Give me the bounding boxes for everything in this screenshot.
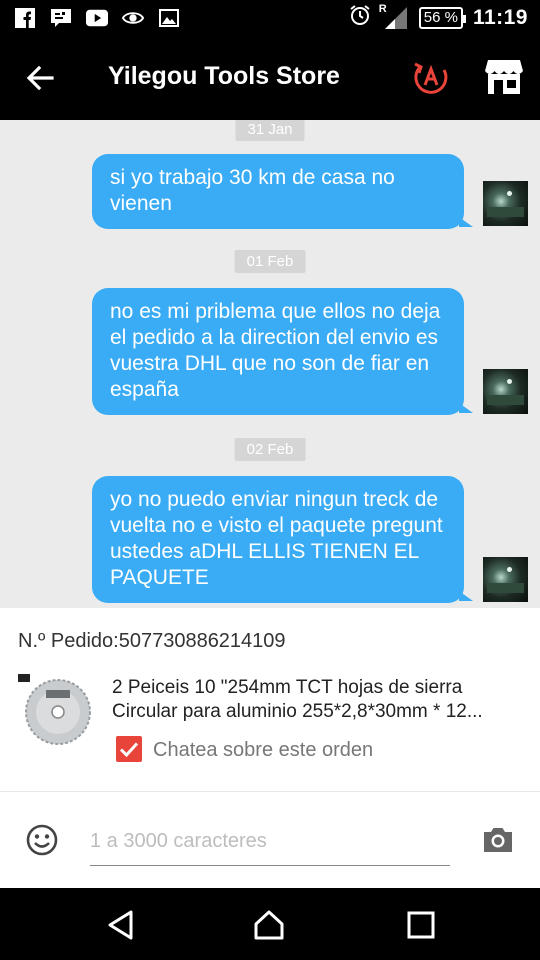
date-separator: 01 Feb	[234, 250, 306, 273]
youtube-icon	[86, 7, 108, 29]
battery-indicator: 56 %	[418, 6, 467, 29]
order-checkbox[interactable]	[116, 736, 142, 762]
date-separator: 31 Jan	[235, 120, 305, 141]
system-nav-bar	[0, 888, 540, 960]
image-icon	[158, 7, 180, 29]
messenger-icon	[50, 7, 72, 29]
smiley-icon[interactable]	[26, 824, 58, 856]
clock: 11:19	[472, 5, 528, 29]
signal-icon: R	[379, 3, 409, 31]
checkmark-icon	[119, 742, 139, 758]
message-input[interactable]: 1 a 3000 caracteres	[90, 828, 450, 866]
message-composer: 1 a 3000 caracteres	[0, 792, 540, 888]
home-icon[interactable]	[252, 908, 286, 942]
chat-area[interactable]: 31 Jan si yo trabajo 30 km de casa no vi…	[0, 120, 540, 608]
back-triangle-icon[interactable]	[104, 908, 138, 942]
facebook-icon	[14, 7, 36, 29]
battery-level: 56 %	[423, 8, 458, 26]
eye-icon	[122, 7, 144, 29]
avatar[interactable]	[483, 369, 528, 414]
app-bar: Yilegou Tools Store	[0, 36, 540, 120]
arrow-left-icon[interactable]	[22, 60, 58, 96]
product-title[interactable]: 2 Peiceis 10 "254mm TCT hojas de sierra …	[112, 676, 528, 724]
product-title-line-1: 2 Peiceis 10 "254mm TCT hojas de sierra	[112, 677, 463, 698]
product-thumbnail[interactable]	[18, 672, 93, 747]
message-bubble[interactable]: no es mi priblema que ellos no deja el p…	[92, 288, 473, 415]
alarm-icon	[349, 4, 371, 31]
order-number: N.º Pedido:507730886214109	[18, 630, 286, 653]
translate-icon[interactable]	[412, 58, 450, 96]
message-bubble[interactable]: yo no puedo enviar ningun treck de vuelt…	[92, 476, 473, 603]
order-number-label: N.º Pedido:	[18, 630, 119, 652]
order-checkbox-label[interactable]: Chatea sobre este orden	[153, 739, 373, 762]
avatar[interactable]	[483, 181, 528, 226]
product-title-line-2: Circular para aluminio 255*2,8*30mm * 12…	[112, 701, 483, 722]
camera-icon[interactable]	[482, 826, 514, 854]
message-bubble[interactable]: si yo trabajo 30 km de casa no vienen	[92, 154, 473, 229]
page-title: Yilegou Tools Store	[108, 62, 340, 90]
recents-icon[interactable]	[404, 908, 438, 942]
date-separator: 02 Feb	[234, 438, 306, 461]
store-icon[interactable]	[484, 58, 524, 96]
order-panel: N.º Pedido:507730886214109 2 Peiceis 10 …	[0, 608, 540, 792]
status-bar: R 56 % 11:19	[0, 0, 540, 36]
order-number-value[interactable]: 507730886214109	[119, 630, 286, 652]
avatar[interactable]	[483, 557, 528, 602]
